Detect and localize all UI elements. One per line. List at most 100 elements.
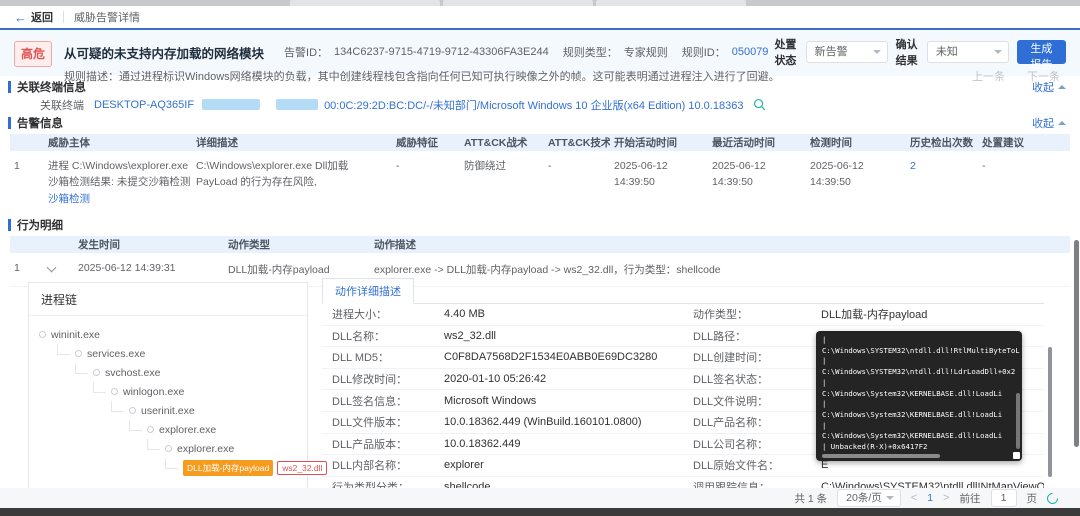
cell-detail-desc: C:\Windows\explorer.exe Dll加载PayLoad 的行为… [196, 160, 349, 189]
process-node[interactable]: explorer.exe [129, 420, 301, 439]
alarm-table: 威胁主体 详细描述 威胁特征 ATT&CK战术 ATT&CK技术 开始活动时间 … [10, 134, 1070, 214]
col-occur-time: 发生时间 [78, 238, 120, 251]
process-node[interactable]: services.exe [57, 344, 301, 363]
dll-name-badge[interactable]: ws2_32.dll [277, 460, 328, 475]
col-advice: 处置建议 [982, 137, 1024, 149]
back-button[interactable]: ← 返回 [14, 9, 53, 25]
kv-value: 4.40 MB [444, 308, 485, 321]
cell-index: 1 [14, 160, 20, 172]
cell-attck-tactic: 防御绕过 [464, 160, 506, 172]
terminal-label: 关联终端 [40, 99, 84, 112]
cell-last-time: 2025-06-12 14:39:50 [712, 160, 766, 189]
stack-connector: | [822, 399, 827, 409]
section-accent-bar [8, 81, 11, 93]
tooltip-horizontal-scrollbar[interactable] [822, 454, 940, 458]
subject-process: 进程 C:\Windows\explorer.exe [48, 160, 189, 172]
confirm-result-label: 确认结果 [895, 39, 918, 67]
back-label: 返回 [31, 12, 53, 24]
sandbox-detect-link[interactable]: 沙箱检测 [48, 193, 90, 205]
process-name: winlogon.exe [123, 385, 185, 398]
behavior-table-header: 发生时间 动作类型 动作描述 [10, 235, 1070, 253]
section-accent-bar [8, 117, 11, 129]
alarm-section-header: 告警信息 收起 [0, 115, 1080, 131]
col-threat-feature: 威胁特征 [396, 137, 438, 149]
alarm-collapse-button[interactable]: 收起 [1032, 115, 1066, 131]
process-node[interactable]: svchost.exe [75, 363, 301, 382]
rule-desc: 规则描述：通过进程标识Windows网络模块的负载，其中创建线程栈包含指向任何已… [64, 68, 780, 84]
alert-id-value: 134C6237-9715-4719-9712-43306FA3E244 [334, 46, 549, 58]
next-page-button[interactable]: > [943, 492, 949, 504]
terminal-row: 关联终端 DESKTOP-AQ365IF 00:0C:29:2D:BC:DC/-… [0, 97, 1080, 112]
refresh-icon[interactable] [1044, 490, 1061, 506]
tab-action-detail[interactable]: 动作详细描述 [322, 278, 414, 304]
chevron-down-icon [872, 50, 881, 54]
prev-page-button[interactable]: < [911, 492, 917, 504]
confirm-result-select[interactable]: 未知 [926, 41, 1009, 63]
kv-value: C0F8DA7568D2F1534E0ABB0E69DC3280 [444, 351, 658, 364]
process-node[interactable]: winlogon.exe [93, 382, 301, 401]
behavior-section-header: 行为明细 [0, 217, 1080, 233]
rule-type-value: 专家规则 [623, 47, 668, 59]
col-history-count: 历史检出次数 [910, 137, 973, 149]
stack-connector: | [822, 377, 827, 387]
detection-node: DLL加载-内存payload ws2_32.dll [165, 458, 328, 477]
cell-threat-feature: - [396, 160, 400, 172]
tree-elbow [111, 401, 124, 412]
page-vertical-scrollbar[interactable] [1074, 240, 1079, 447]
stack-frame: C:\Windows\SYSTEM32\ntdll.dll!LdrLoadDll… [822, 367, 1016, 377]
tree-elbow [57, 344, 70, 355]
process-node[interactable]: userinit.exe [111, 401, 301, 420]
row-expand-chevron-icon[interactable] [46, 262, 57, 273]
prev-record-button[interactable]: 上一条 [972, 68, 1005, 84]
chevron-up-icon [1058, 85, 1066, 89]
node-dot-icon [93, 369, 100, 376]
process-node[interactable]: wininit.exe [39, 325, 301, 344]
history-count-link[interactable]: 2 [910, 160, 916, 172]
alarm-section-title: 告警信息 [17, 118, 63, 130]
call-stack-tooltip: | C:\Windows\SYSTEM32\ntdll.dll!RtlMulti… [816, 331, 1022, 461]
threat-alert-detail-page: ← 返回 威胁告警详情 高危 从可疑的未支持内存加载的网络模块 告警ID： 13… [0, 0, 1080, 516]
section-accent-bar [8, 218, 11, 231]
goto-page-input[interactable] [990, 489, 1017, 507]
process-name: wininit.exe [51, 328, 101, 341]
severity-badge: 高危 [14, 40, 53, 67]
process-tree: wininit.exe services.exe svchost.exe win… [29, 316, 328, 486]
kv-key: DLL产品名称： [693, 417, 769, 430]
top-nav: ← 返回 威胁告警详情 [0, 6, 1080, 28]
alert-title: 从可疑的未支持内存加载的网络模块 [64, 46, 265, 61]
cell-attck-technique: - [548, 160, 552, 172]
kv-key: DLL内部名称： [332, 460, 408, 473]
tooltip-vertical-scrollbar[interactable] [1016, 393, 1020, 449]
back-arrow-icon: ← [14, 9, 27, 25]
stack-frame: C:\Windows\System32\KERNELBASE.dll!LoadL… [822, 388, 1003, 398]
col-threat-subject: 威胁主体 [48, 137, 90, 149]
subject-sandbox-result: 沙箱检测结果: 未提交沙箱检测 [48, 176, 191, 189]
col-action-type: 动作类型 [228, 238, 270, 251]
panel-vertical-scrollbar[interactable] [1048, 347, 1052, 477]
kv-key: 动作类型： [693, 309, 748, 322]
summary-row-2: 规则描述：通过进程标识Windows网络模块的负载，其中创建线程栈包含指向任何已… [64, 68, 1066, 84]
dispose-status-select[interactable]: 新告警 [805, 41, 888, 63]
rule-id-link[interactable]: 050079 [732, 46, 769, 58]
terminal-section-title: 关联终端信息 [17, 82, 86, 94]
terminal-hostname-link[interactable]: DESKTOP-AQ365IF [94, 99, 194, 111]
process-node[interactable]: explorer.exe [147, 439, 301, 458]
action-type-badge[interactable]: DLL加载-内存payload [183, 459, 274, 476]
kv-value: ws2_32.dll [444, 329, 496, 342]
kv-value: explorer [444, 459, 484, 472]
cell-threat-subject: 进程 C:\Windows\explorer.exe 沙箱检测结果: 未提交沙箱… [44, 151, 192, 214]
terminal-collapse-button[interactable]: 收起 [1032, 79, 1066, 95]
col-action-desc: 动作描述 [374, 238, 416, 251]
col-detail-desc: 详细描述 [196, 137, 238, 149]
alarm-table-row: 1 进程 C:\Windows\explorer.exe 沙箱检测结果: 未提交… [10, 151, 1070, 214]
kv-key: DLL名称： [332, 330, 386, 343]
page-size-select[interactable]: 20条/页 [837, 489, 901, 507]
tooltip-scroll-corner [1013, 452, 1020, 459]
page-unit-label: 页 [1026, 492, 1038, 505]
chevron-down-icon [993, 50, 1002, 54]
generate-report-button[interactable]: 生成报告 [1016, 40, 1066, 71]
cell-start-time: 2025-06-12 14:39:50 [614, 160, 668, 189]
search-icon[interactable] [753, 98, 766, 111]
kv-key: DLL产品版本： [332, 438, 408, 451]
current-page[interactable]: 1 [927, 492, 933, 504]
